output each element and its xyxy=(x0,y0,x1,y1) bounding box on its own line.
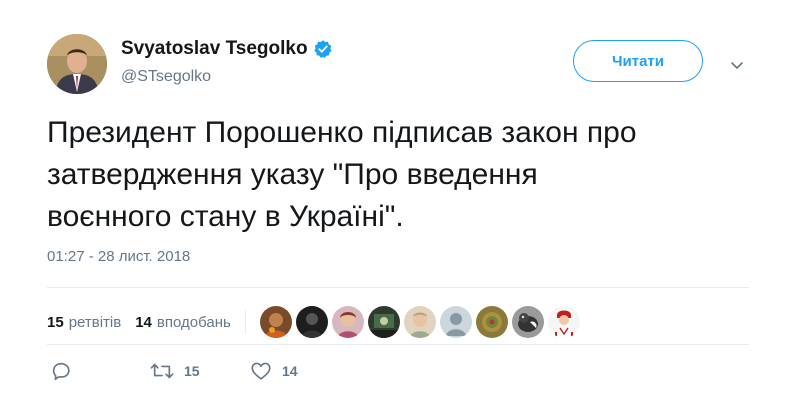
liker-avatars xyxy=(259,306,580,338)
liker-avatar-5-icon[interactable] xyxy=(403,306,436,338)
liker-avatar-7-icon[interactable] xyxy=(475,306,508,338)
follow-button[interactable]: Читати xyxy=(573,40,703,82)
chevron-down-icon[interactable] xyxy=(729,57,745,73)
tweet-card: Svyatoslav Tsegolko @STsegolko Читати Пр… xyxy=(0,0,792,418)
liker-avatar-1-icon[interactable] xyxy=(259,306,292,338)
retweets-label: ретвітів xyxy=(68,313,122,331)
divider-bottom xyxy=(47,344,749,345)
stats-separator xyxy=(244,310,246,334)
reply-icon xyxy=(52,362,70,381)
liker-avatar-8-icon[interactable] xyxy=(511,306,544,338)
likes-count: 14 xyxy=(135,313,152,331)
author-name-row: Svyatoslav Tsegolko xyxy=(121,38,333,60)
retweets-count: 15 xyxy=(47,313,64,331)
tweet-actions: 15 14 xyxy=(50,360,298,382)
liker-avatar-4-icon[interactable] xyxy=(367,306,400,338)
reply-button[interactable] xyxy=(50,360,150,382)
tweet-text: Президент Порошенко підписав закон про з… xyxy=(47,116,637,233)
liker-avatar-3-icon[interactable] xyxy=(331,306,364,338)
liker-avatar-2-icon[interactable] xyxy=(295,306,328,338)
tweet-timestamp[interactable]: 01:27 - 28 лист. 2018 xyxy=(47,248,190,265)
liker-avatar-6-default-icon[interactable] xyxy=(439,306,472,338)
retweet-count: 15 xyxy=(184,363,200,379)
like-button[interactable]: 14 xyxy=(250,360,298,382)
verified-badge-icon xyxy=(313,40,332,58)
retweets-stat[interactable]: 15 ретвітів xyxy=(47,314,121,331)
heart-icon xyxy=(251,362,271,380)
tweet-stats: 15 ретвітів 14 вподобань xyxy=(47,306,580,338)
profile-photo-icon xyxy=(47,34,107,94)
retweet-button[interactable]: 15 xyxy=(150,360,250,382)
retweet-icon xyxy=(150,363,174,379)
likes-stat[interactable]: 14 вподобань xyxy=(135,314,231,331)
liker-avatar-9-icon[interactable] xyxy=(547,306,580,338)
author-display-name[interactable]: Svyatoslav Tsegolko xyxy=(121,38,308,60)
author-handle[interactable]: @STsegolko xyxy=(121,68,211,86)
divider-top xyxy=(47,287,749,288)
likes-label: вподобань xyxy=(156,313,231,331)
author-avatar[interactable] xyxy=(47,34,107,94)
like-count: 14 xyxy=(282,363,298,379)
